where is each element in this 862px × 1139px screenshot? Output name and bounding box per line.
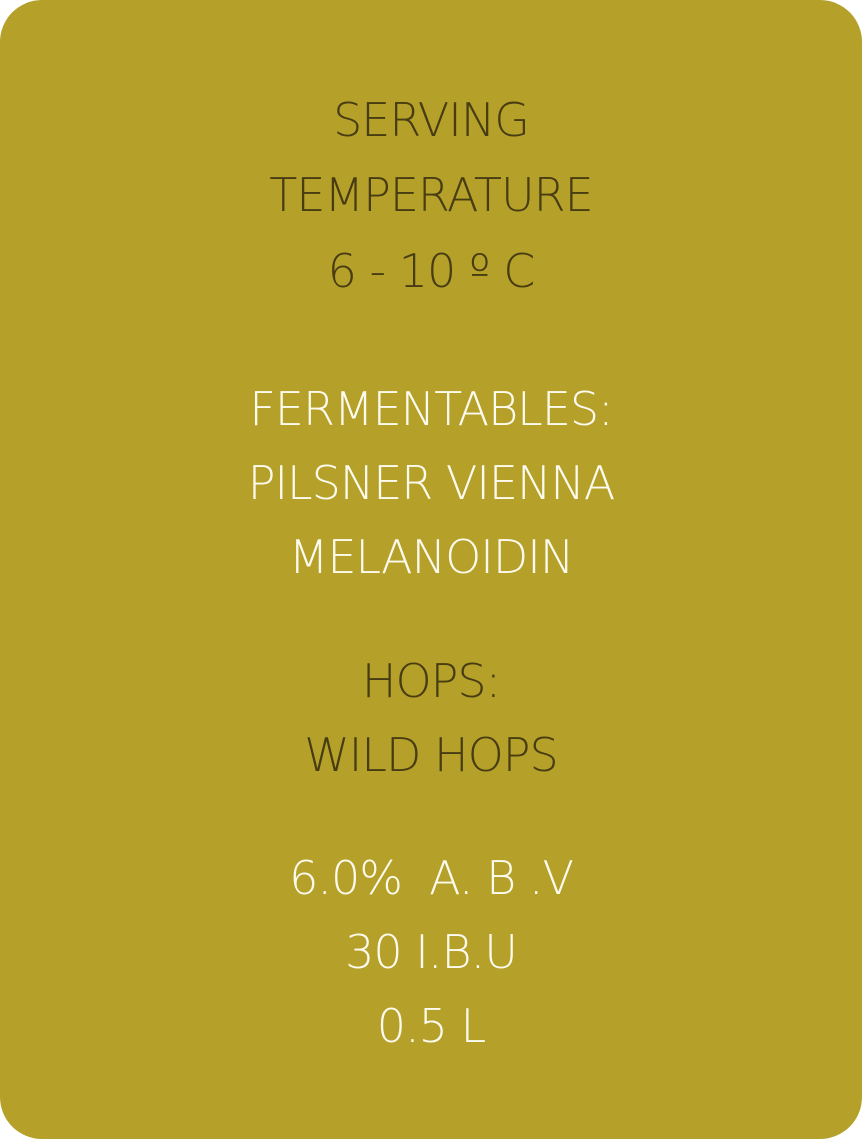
serving-temperature-label-line2: TEMPERATURE — [269, 168, 593, 222]
ibu-value: 30 I.B.U — [345, 925, 518, 979]
volume-value: 0.5 L — [376, 999, 486, 1053]
beer-info-card: SERVING TEMPERATURE 6 - 10 º C FERMENTAB… — [0, 0, 862, 1139]
serving-temperature-value: 6 - 10 º C — [327, 244, 536, 298]
fermentables-line1: PILSNER VIENNA — [247, 456, 616, 510]
hops-value: WILD HOPS — [304, 728, 558, 782]
serving-temperature-label-line1: SERVING — [333, 93, 530, 147]
fermentables-line2: MELANOIDIN — [288, 530, 575, 584]
fermentables-heading: FERMENTABLES: — [249, 382, 613, 436]
hops-heading: HOPS: — [361, 654, 501, 708]
abv-value: 6.0% A. B .V — [289, 851, 574, 905]
